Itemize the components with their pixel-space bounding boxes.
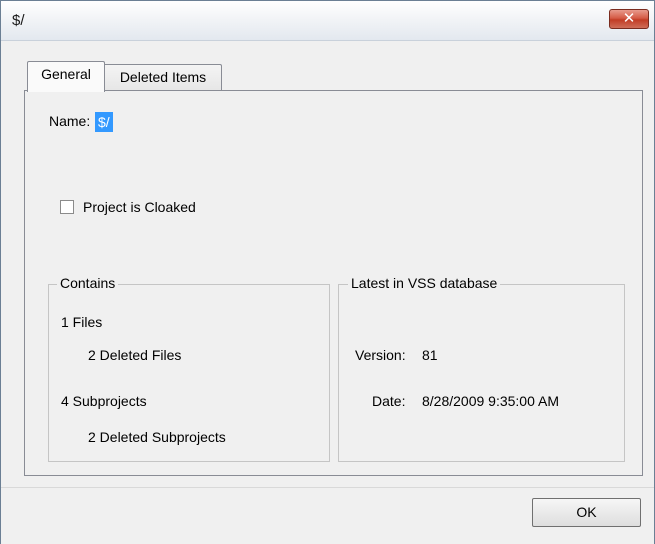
date-value: 8/28/2009 9:35:00 AM — [422, 393, 559, 409]
tab-deleted-items[interactable]: Deleted Items — [105, 64, 222, 91]
properties-dialog: $/ ✕ General Deleted Items Name: $/ Proj… — [0, 0, 655, 544]
latest-caption: Latest in VSS database — [348, 275, 501, 291]
contains-caption: Contains — [57, 275, 119, 291]
latest-groupbox: Latest in VSS database — [338, 275, 625, 462]
project-cloaked-label[interactable]: Project is Cloaked — [83, 199, 196, 215]
subprojects-count: 4 Subprojects — [61, 393, 147, 409]
dialog-bottom-edge — [1, 535, 654, 544]
close-button[interactable]: ✕ — [609, 9, 649, 29]
title-bar[interactable]: $/ ✕ — [1, 1, 654, 41]
version-label: Version: — [355, 347, 406, 363]
close-icon: ✕ — [622, 10, 636, 27]
window-title: $/ — [12, 12, 25, 29]
name-value[interactable]: $/ — [95, 112, 113, 132]
tab-general-label: General — [41, 66, 91, 82]
tab-deleted-items-label: Deleted Items — [119, 69, 207, 85]
ok-button[interactable]: OK — [532, 498, 641, 527]
deleted-subprojects-count: 2 Deleted Subprojects — [88, 429, 226, 445]
ok-button-label: OK — [576, 504, 597, 520]
files-count: 1 Files — [61, 314, 103, 330]
project-cloaked-checkbox[interactable] — [60, 200, 74, 214]
date-label: Date: — [372, 393, 406, 409]
name-label: Name: — [49, 113, 91, 129]
tab-general[interactable]: General — [27, 61, 105, 92]
deleted-files-count: 2 Deleted Files — [88, 347, 182, 363]
footer-separator — [1, 487, 654, 488]
version-value: 81 — [422, 347, 438, 363]
